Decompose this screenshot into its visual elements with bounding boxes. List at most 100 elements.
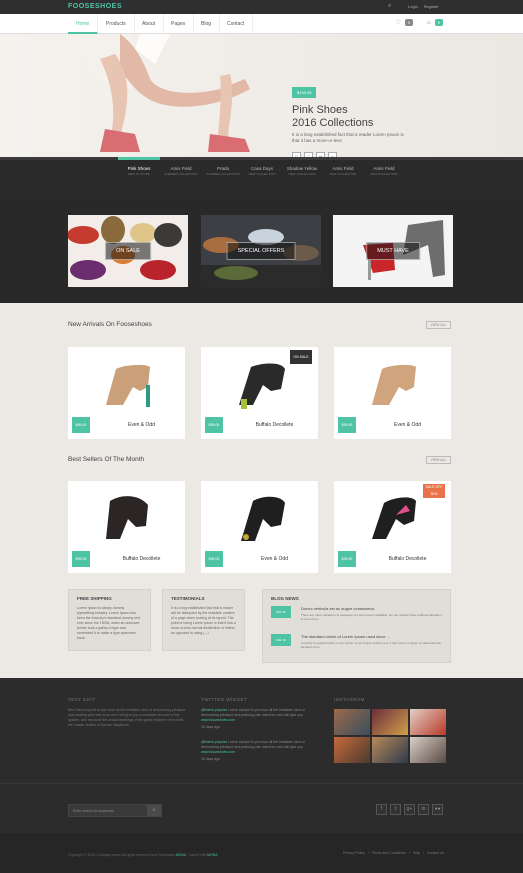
tweet: @theme popular Lorem explain to you how …	[201, 708, 323, 730]
tweet: @theme popular Lorem explain to you how …	[201, 740, 323, 762]
twitter-title: TWITTER WIDGET	[201, 697, 248, 702]
nav-pages[interactable]: Pages	[163, 14, 195, 34]
tab-shadow-yellow[interactable]: Shadow Yellow NEW COLLECTION	[281, 166, 323, 176]
instagram-photo[interactable]	[334, 737, 370, 763]
wishlist-count: 0	[404, 19, 414, 26]
product-card[interactable]: $99.00 Even & Odd	[68, 347, 185, 439]
product-name[interactable]: Buffalo Decollete	[364, 556, 451, 562]
heart-icon[interactable]: ♡	[396, 19, 401, 26]
tab-amis-field-3[interactable]: Amis Field 2016 COLLECTION	[363, 166, 405, 176]
tab-amis-field-2[interactable]: Amis Field 2016 COLLECTION	[322, 166, 364, 176]
site-logo[interactable]: FOOSESHOES	[68, 3, 122, 10]
testimonials-box: TESTIMONIALS It is a long established fa…	[162, 589, 245, 651]
promo-on-sale[interactable]: ON SALE	[68, 215, 188, 287]
nav-contact[interactable]: Contact	[219, 14, 254, 34]
tab-casa-days[interactable]: Casa Days NEW COLLECTION	[241, 166, 283, 176]
top-bar: FOOSESHOES ⌕ Login Register	[0, 0, 523, 14]
hero-price-tag: $149.99	[292, 87, 317, 98]
tweet-link[interactable]: www.fooseshoes.com	[201, 718, 323, 723]
blog-item[interactable]: Mar 16 The standard chunk of Lorem Ipsum…	[271, 634, 442, 654]
instagram-photo[interactable]	[372, 737, 408, 763]
product-card[interactable]: $99.00 Even & Odd	[201, 481, 318, 573]
main-nav: Home Products About Pages Blog Contact ♡…	[0, 14, 523, 34]
blog-date: Mar 16	[271, 606, 291, 618]
promo-label: ON SALE	[105, 242, 151, 260]
product-card[interactable]: SALE OFF 30% $99.00 Buffalo Decollete	[334, 481, 451, 573]
copyright-brand-2[interactable]: MONA	[207, 853, 218, 857]
hero-title-line2: 2016 Collections	[292, 117, 374, 129]
new-arrivals-view-button[interactable]: VIEW ALL	[426, 321, 451, 329]
price-badge: $99.00	[338, 551, 356, 567]
cart-icon[interactable]: ⌂	[427, 20, 431, 26]
privacy-link[interactable]: Privacy Policy	[343, 851, 365, 855]
testimonials-title: TESTIMONIALS	[171, 596, 205, 601]
product-card[interactable]: $99.00 Buffalo Decollete	[68, 481, 185, 573]
promo-special-offers[interactable]: SPECIAL OFFERS	[201, 215, 321, 287]
blog-heading[interactable]: Donec vehicula est ac augue consectetur,	[301, 606, 442, 611]
tab-amis-field[interactable]: Amis Field SUMMER COLLECTION	[160, 166, 202, 176]
product-card[interactable]: $99.00 Even & Odd	[334, 347, 451, 439]
blog-news-box: BLOG NEWS Mar 16 Donec vehicula est ac a…	[262, 589, 451, 663]
price-badge: $99.00	[72, 551, 90, 567]
main-content: New Arrivals On Fooseshoes VIEW ALL $99.…	[0, 303, 523, 678]
footer-search[interactable]: Enter search for keywords ⌕	[68, 804, 162, 817]
blog-text: Contrary to popular belief, Lorem Ipsum …	[301, 641, 441, 649]
active-tab-indicator	[118, 157, 160, 160]
facebook-icon[interactable]: f	[376, 804, 387, 815]
sale-ribbon: SALE OFF 30%	[423, 484, 445, 498]
blog-item[interactable]: Mar 16 Donec vehicula est ac augue conse…	[271, 606, 442, 626]
blog-news-title: BLOG NEWS	[271, 596, 299, 601]
search-icon[interactable]: ⌕	[147, 805, 161, 816]
instagram-photo[interactable]	[410, 737, 446, 763]
search-icon[interactable]: ⌕	[388, 3, 391, 10]
twitter-icon[interactable]: t	[390, 804, 401, 815]
tweet-handle[interactable]: @theme popular	[201, 708, 227, 712]
product-name[interactable]: Buffalo Decollete	[98, 556, 185, 562]
free-shipping-title: FREE SHIPPING	[77, 596, 112, 601]
nav-home[interactable]: Home	[68, 14, 99, 34]
collection-tabs: Pink Shoes NEW IN STORE Amis Field SUMMER …	[0, 157, 523, 197]
google-plus-icon[interactable]: g+	[404, 804, 415, 815]
social-links: f t g+ in ●●	[376, 804, 443, 815]
tweet-handle[interactable]: @theme popular	[201, 740, 227, 744]
product-name[interactable]: Buffalo Decollete	[231, 422, 318, 428]
footer-search-input[interactable]: Enter search for keywords	[73, 809, 114, 813]
help-link[interactable]: Help	[413, 851, 420, 855]
instagram-photo[interactable]	[334, 709, 370, 735]
product-name[interactable]: Even & Odd	[364, 422, 451, 428]
copyright-text: Copyright © 2016 Company name All rights…	[68, 853, 218, 857]
register-link[interactable]: Register	[424, 4, 439, 9]
best-sellers-view-button[interactable]: VIEW ALL	[426, 456, 451, 464]
tab-pink-shoes[interactable]: Pink Shoes NEW IN STORE	[118, 166, 160, 176]
nav-blog[interactable]: Blog	[193, 14, 221, 34]
copyright-brand[interactable]: MONA	[176, 853, 186, 857]
nav-icons: ♡ 0 ⌂ 0	[396, 19, 443, 26]
login-link[interactable]: Login	[408, 4, 418, 9]
tweet-link[interactable]: www.fooseshoes.com	[201, 750, 323, 755]
footer-text-body: Ben Hand expedit so you hear all the mis…	[68, 708, 186, 727]
footer-divider	[0, 783, 523, 784]
product-card[interactable]: ON SALE $99.00 Buffalo Decollete	[201, 347, 318, 439]
nav-products[interactable]: Products	[98, 14, 135, 34]
promo-label: MUST HAVE	[366, 242, 420, 260]
instagram-photo[interactable]	[372, 709, 408, 735]
cart-count: 0	[434, 19, 443, 26]
blog-date: Mar 16	[271, 634, 291, 646]
blog-heading[interactable]: The standard chunk of Lorem Ipsum used s…	[301, 634, 442, 639]
promo-band: ON SALE SPECIAL OFFERS MUST HAVE	[0, 197, 523, 303]
promo-must-have[interactable]: MUST HAVE	[333, 215, 453, 287]
free-shipping-box: FREE SHIPPING Lorem Ipsum is simply dumm…	[68, 589, 151, 651]
tab-prada[interactable]: Prada SUMMER COLLECTION	[202, 166, 244, 176]
nav-about[interactable]: About	[134, 14, 165, 34]
best-sellers-title: Best Sellers Of The Month	[68, 456, 145, 463]
instagram-photo[interactable]	[410, 709, 446, 735]
linkedin-icon[interactable]: in	[418, 804, 429, 815]
contact-link[interactable]: Contact Us	[427, 851, 444, 855]
product-name[interactable]: Even & Odd	[231, 556, 318, 562]
instagram-title: INSTAGRAM	[334, 697, 365, 702]
product-name[interactable]: Even & Odd	[98, 422, 185, 428]
free-shipping-text: Lorem Ipsum is simply dummy typesetting …	[77, 606, 140, 640]
terms-link[interactable]: Terms And Conditions	[372, 851, 406, 855]
price-badge: $99.00	[338, 417, 356, 433]
flickr-icon[interactable]: ●●	[432, 804, 443, 815]
